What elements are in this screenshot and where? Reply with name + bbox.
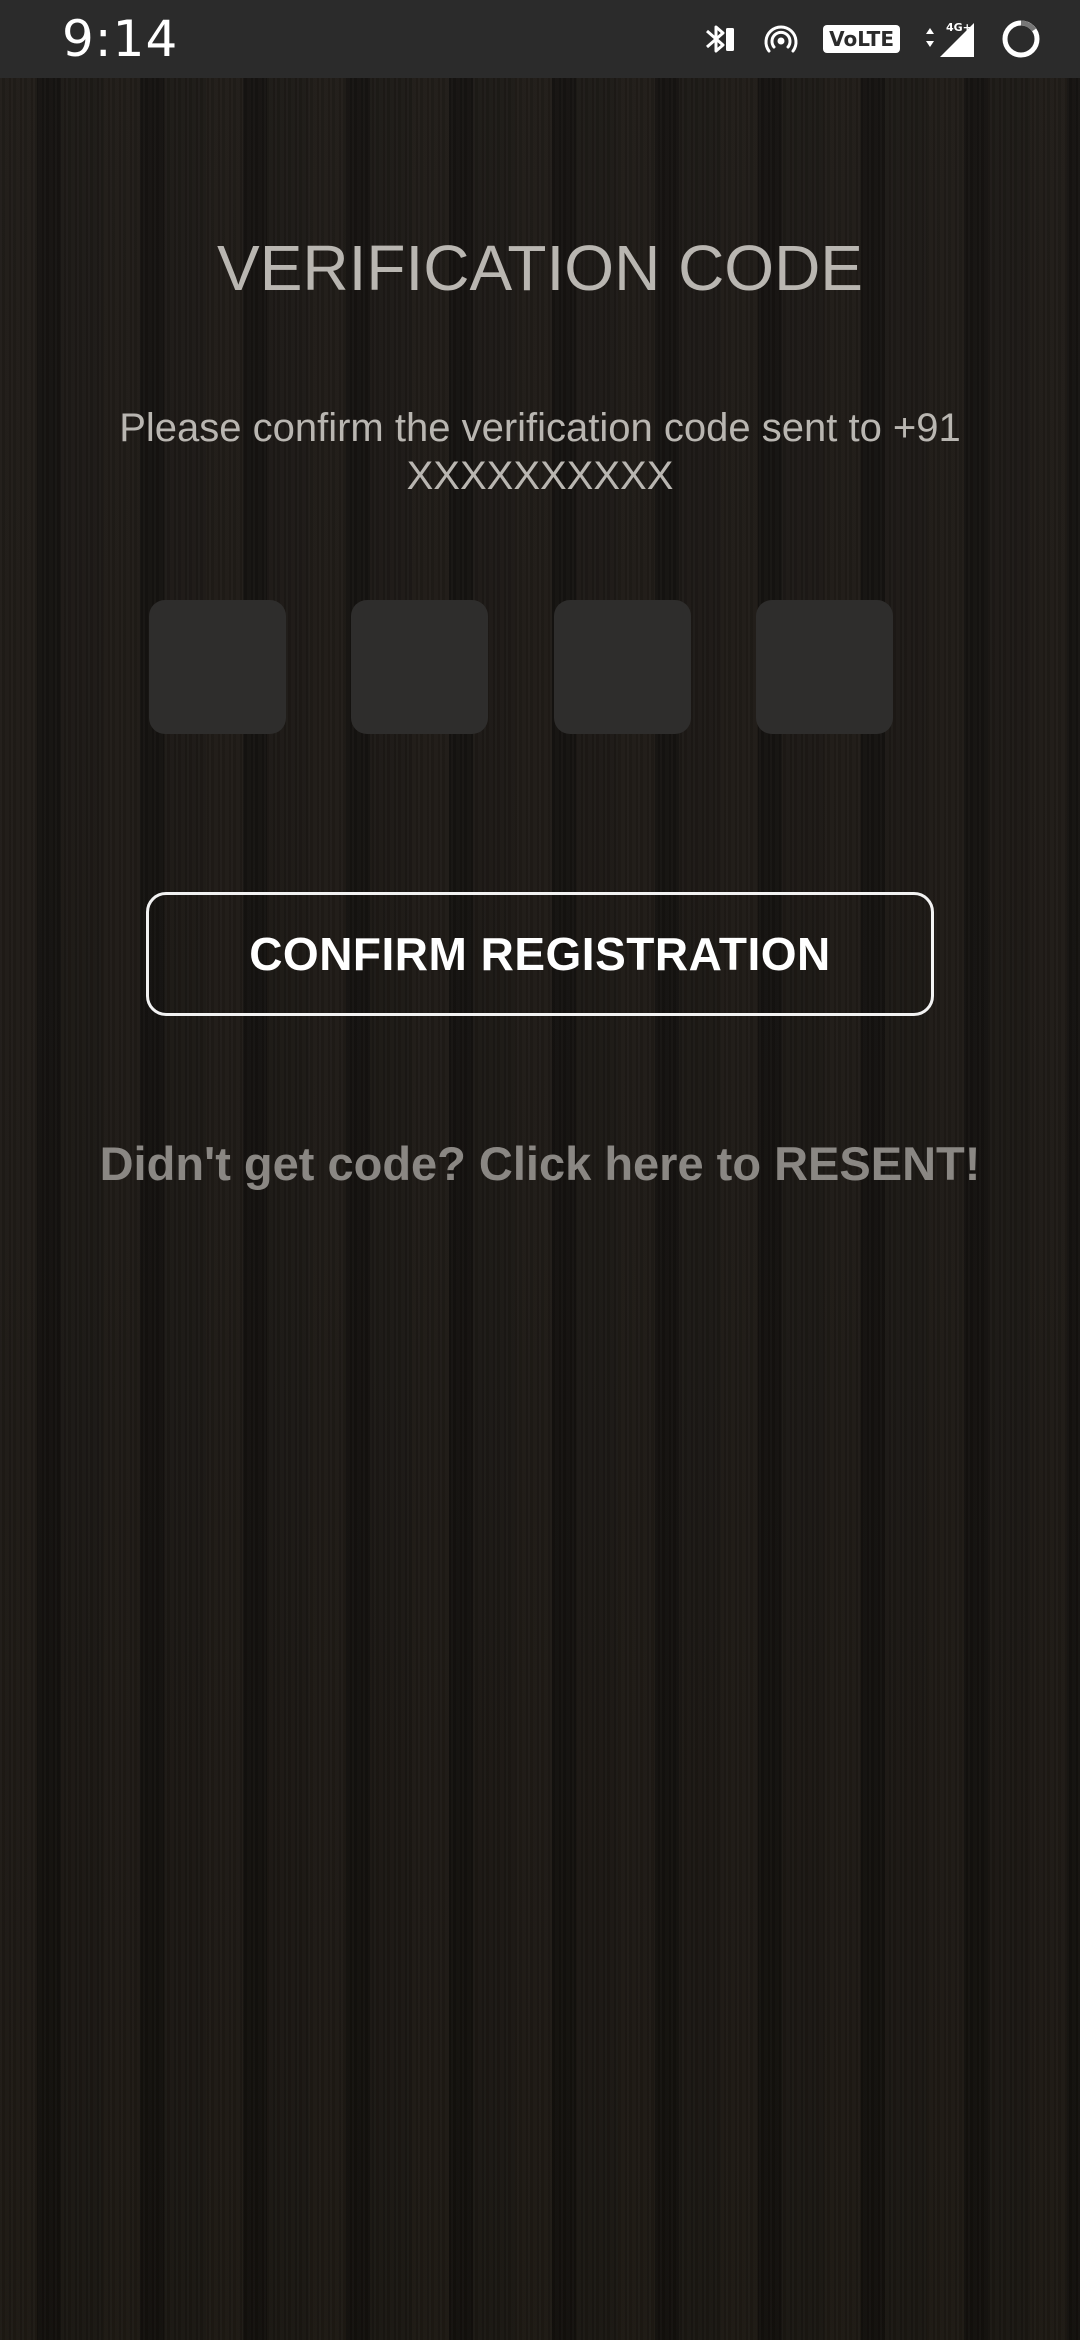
verification-screen: 9:14 VoLTE 4G+ VERIFICATION CODE Please … <box>0 0 1080 2340</box>
bluetooth-icon <box>699 19 739 59</box>
code-input-row <box>149 600 893 734</box>
status-icons: VoLTE 4G+ <box>699 18 1042 60</box>
hotspot-icon <box>761 19 801 59</box>
code-digit-4[interactable] <box>755 600 893 734</box>
confirm-registration-button[interactable]: CONFIRM REGISTRATION <box>146 892 934 1016</box>
resend-code-link[interactable]: Didn't get code? Click here to RESENT! <box>0 1134 1080 1194</box>
status-bar: 9:14 VoLTE 4G+ <box>0 0 1080 78</box>
signal-4g-icon: 4G+ <box>922 19 978 59</box>
page-title: VERIFICATION CODE <box>217 232 863 304</box>
code-digit-2[interactable] <box>351 600 489 734</box>
verification-subtitle: Please confirm the verification code sen… <box>119 406 961 498</box>
svg-text:4G+: 4G+ <box>946 21 972 34</box>
status-time: 9:14 <box>62 10 179 68</box>
code-digit-3[interactable] <box>553 600 691 734</box>
battery-ring-icon <box>1000 18 1042 60</box>
code-digit-1[interactable] <box>149 600 286 734</box>
volte-icon: VoLTE <box>823 25 900 53</box>
